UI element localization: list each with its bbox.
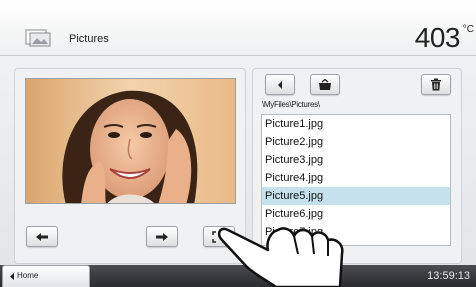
- file-item-picture2[interactable]: Picture2.jpg: [262, 133, 450, 151]
- arrow-right-icon: [156, 232, 168, 241]
- file-item-picture5[interactable]: Picture5.jpg: [262, 187, 450, 205]
- previous-picture-button[interactable]: [26, 226, 58, 247]
- trash-icon: [431, 78, 441, 91]
- folder-up-button[interactable]: [310, 74, 340, 95]
- arrow-left-icon: [36, 232, 48, 241]
- file-item-picture4[interactable]: Picture4.jpg: [262, 169, 450, 187]
- delete-button[interactable]: [421, 74, 451, 95]
- page-title: Pictures: [69, 33, 109, 45]
- file-item-picture1[interactable]: Picture1.jpg: [262, 115, 450, 133]
- pictures-icon: [25, 29, 51, 47]
- pointing-hand-icon: [217, 227, 344, 287]
- clock: 13:59:13: [427, 270, 470, 282]
- home-arrow-icon: [10, 273, 14, 280]
- file-item-picture3[interactable]: Picture3.jpg: [262, 151, 450, 169]
- next-picture-button[interactable]: [146, 226, 178, 247]
- back-button[interactable]: [265, 74, 295, 95]
- home-button[interactable]: Home: [2, 265, 90, 287]
- folder-path: \MyFiles\Pictures\: [262, 100, 320, 109]
- back-icon: [278, 80, 282, 89]
- temperature-unit: °C: [462, 24, 474, 35]
- temperature-readout: 403: [414, 22, 461, 53]
- screen: Pictures 403 °C \MyFiles\Pictures\ Pictu…: [0, 0, 476, 287]
- home-label: Home: [17, 271, 39, 280]
- picture-preview: [25, 78, 236, 204]
- folder-icon: [319, 78, 331, 90]
- header-bar: Pictures 403 °C: [0, 0, 476, 56]
